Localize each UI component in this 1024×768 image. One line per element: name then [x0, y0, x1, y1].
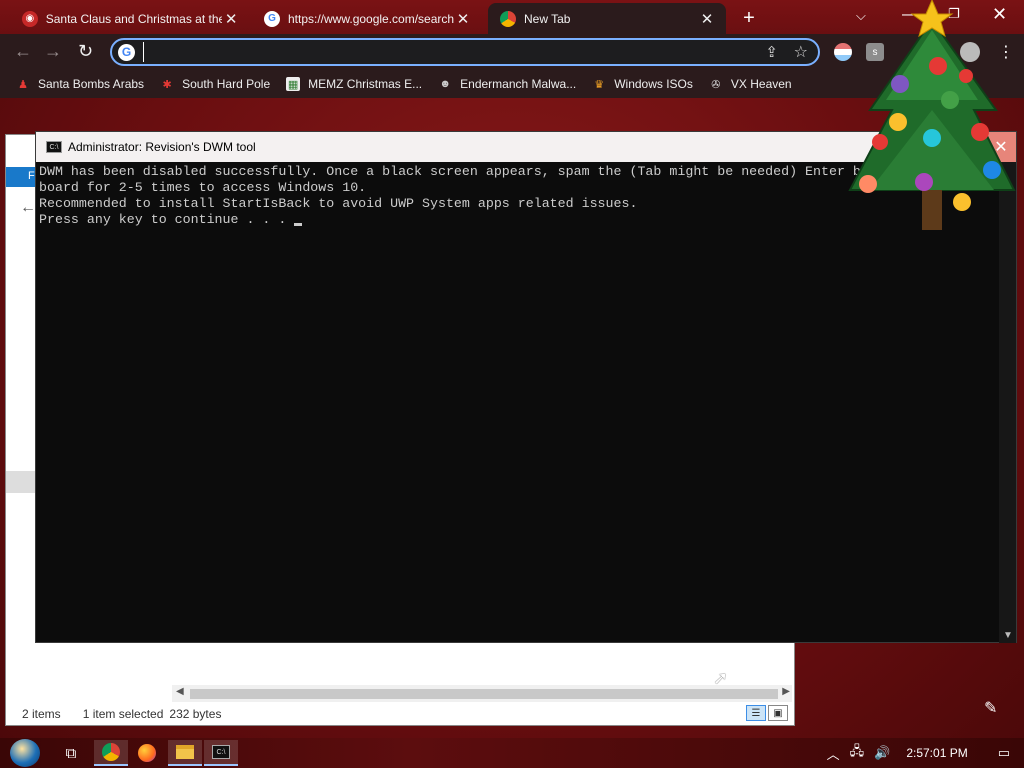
- tab-title: Santa Claus and Christmas at the: [45, 11, 223, 26]
- chrome-taskbar-icon[interactable]: [94, 740, 128, 766]
- bookmark-label: VX Heaven: [730, 77, 792, 91]
- santa-favicon-icon: ◉: [22, 10, 38, 27]
- bookmark-memz-christmas[interactable]: ▦ MEMZ Christmas E...: [286, 77, 422, 91]
- scroll-down-icon[interactable]: ▼: [1003, 630, 1013, 641]
- explorer-back-icon[interactable]: ←: [20, 199, 36, 217]
- tab-google-search[interactable]: G https://www.google.com/search ✕: [252, 3, 482, 34]
- action-center-icon[interactable]: ▭: [998, 745, 1010, 761]
- network-icon[interactable]: 🖧: [850, 742, 865, 764]
- google-icon: G: [118, 43, 135, 61]
- cmd-icon: C:\: [46, 141, 62, 153]
- taskbar: ⧉ C:\ ︿ 🖧 🔊 2:57:01 PM ▭: [0, 738, 1024, 768]
- pencil-icon[interactable]: ✎: [984, 698, 997, 718]
- scrollbar-thumb[interactable]: [190, 689, 778, 699]
- bookmark-endermanch-malware[interactable]: ☻ Endermanch Malwa...: [438, 77, 576, 91]
- explorer-status-bar: 2 items 1 item selected 232 bytes: [22, 707, 221, 721]
- show-hidden-icons-chevron-icon[interactable]: ︿: [827, 744, 840, 763]
- new-tab-button[interactable]: +: [739, 7, 759, 30]
- large-icons-view-icon[interactable]: ▣: [768, 705, 788, 721]
- file-explorer-taskbar-icon[interactable]: [168, 740, 202, 766]
- details-view-icon[interactable]: ☰: [746, 705, 766, 721]
- reload-icon[interactable]: ↻: [78, 41, 93, 62]
- tab-close-icon[interactable]: ✕: [454, 10, 472, 28]
- bookmark-vx-heaven[interactable]: ✇ VX Heaven: [709, 77, 792, 91]
- tab-new-tab[interactable]: New Tab ✕: [488, 3, 726, 34]
- bookmark-label: Endermanch Malwa...: [460, 77, 577, 91]
- bookmark-label: South Hard Pole: [182, 77, 271, 91]
- selection-count: 1 item selected: [82, 707, 164, 721]
- console-line: board for 2-5 times to access Windows 10…: [39, 180, 367, 195]
- command-prompt-taskbar-icon[interactable]: C:\: [204, 740, 238, 766]
- christmas-tree-icon: [848, 0, 1016, 230]
- console-line: Recommended to install StartIsBack to av…: [39, 196, 638, 211]
- tab-title: New Tab: [524, 11, 571, 26]
- bookmark-windows-isos[interactable]: ♛ Windows ISOs: [592, 77, 693, 91]
- scroll-right-icon[interactable]: ▶: [782, 686, 790, 697]
- console-title: Administrator: Revision's DWM tool: [68, 140, 256, 154]
- bookmark-south-hard-pole[interactable]: ✱ South Hard Pole: [160, 77, 270, 91]
- snowflake-icon: ✱: [162, 78, 172, 91]
- share-icon[interactable]: ⇪: [765, 43, 778, 61]
- tab-close-icon[interactable]: ✕: [222, 10, 240, 28]
- address-bar[interactable]: G ⇪ ☆: [110, 38, 820, 66]
- memz-icon: ▦: [286, 77, 301, 91]
- santa-icon: ♟: [18, 78, 28, 91]
- explorer-file-tab[interactable]: Fi: [6, 167, 37, 187]
- start-button[interactable]: [10, 739, 40, 767]
- tab-title: https://www.google.com/search: [288, 11, 455, 26]
- firefox-taskbar-icon[interactable]: [130, 740, 164, 766]
- enderman-icon: ☻: [439, 78, 451, 90]
- forward-arrow-icon[interactable]: →: [44, 41, 62, 62]
- bookmark-star-icon[interactable]: ☆: [794, 42, 808, 62]
- bookmark-label: MEMZ Christmas E...: [308, 77, 423, 91]
- volume-icon[interactable]: 🔊: [874, 745, 890, 761]
- google-favicon-icon: G: [264, 10, 280, 27]
- chrome-favicon-icon: [500, 10, 516, 27]
- scroll-left-icon[interactable]: ◀: [176, 686, 184, 697]
- vx-heaven-icon: ✇: [711, 78, 721, 91]
- console-line: DWM has been disabled successfully. Once…: [39, 164, 861, 179]
- address-input[interactable]: [143, 42, 743, 62]
- back-arrow-icon[interactable]: ←: [14, 41, 32, 62]
- console-line: Press any key to continue . . .: [39, 212, 295, 227]
- text-cursor: [294, 223, 303, 226]
- explorer-horizontal-scrollbar[interactable]: ◀ ▶: [172, 685, 792, 702]
- system-tray: ︿ 🖧 🔊 2:57:01 PM ▭: [827, 738, 1024, 768]
- mouse-pointer-icon: ➚: [713, 668, 729, 688]
- selection-size: 232 bytes: [169, 707, 222, 721]
- bookmark-santa-bombs[interactable]: ♟ Santa Bombs Arabs: [16, 77, 144, 91]
- item-count: 2 items: [22, 707, 61, 721]
- task-view-icon[interactable]: ⧉: [54, 740, 88, 766]
- bookmark-label: Santa Bombs Arabs: [38, 77, 145, 91]
- windows-iso-icon: ♛: [594, 78, 605, 91]
- bookmark-label: Windows ISOs: [614, 77, 693, 91]
- tab-santa-claus[interactable]: ◉ Santa Claus and Christmas at the ✕: [10, 3, 250, 34]
- tab-close-icon[interactable]: ✕: [698, 10, 716, 28]
- explorer-selected-row[interactable]: [6, 471, 36, 493]
- clock[interactable]: 2:57:01 PM: [906, 746, 967, 760]
